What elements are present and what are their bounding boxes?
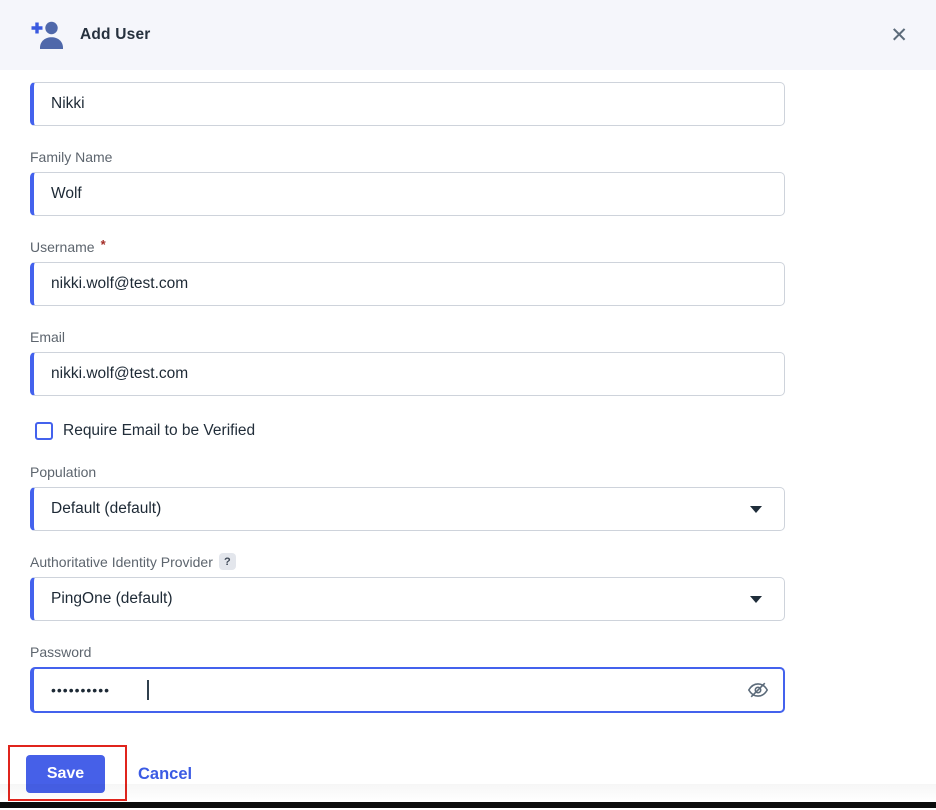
population-select[interactable]: Default (default) [30,487,785,531]
require-email-verified-row: Require Email to be Verified [30,421,906,441]
text-cursor [147,680,149,700]
required-asterisk: * [101,237,106,252]
page-title: Add User [80,26,151,44]
identity-provider-label: Authoritative Identity Provider ? [30,553,906,570]
checkbox-label: Require Email to be Verified [63,422,255,440]
save-button[interactable]: Save [26,755,105,793]
question-mark-icon[interactable]: ? [219,553,236,570]
population-label: Population [30,463,906,480]
add-user-dialog: Add User ✕ Family Name Username * Email … [0,0,936,810]
chevron-down-icon [750,506,762,513]
given-name-input[interactable] [30,82,785,126]
close-icon[interactable]: ✕ [886,21,912,50]
dialog-header: Add User ✕ [0,0,936,70]
identity-provider-select[interactable]: PingOne (default) [30,577,785,621]
add-user-form: Family Name Username * Email Require Ema… [0,82,936,793]
require-email-verified-checkbox[interactable] [35,422,53,440]
identity-provider-selected-value: PingOne (default) [51,590,173,608]
family-name-input[interactable] [30,172,785,216]
username-input[interactable] [30,262,785,306]
population-selected-value: Default (default) [51,500,161,518]
username-label: Username * [30,238,906,255]
email-label: Email [30,328,906,345]
password-field [30,667,785,713]
cancel-button[interactable]: Cancel [138,765,192,784]
family-name-label: Family Name [30,148,906,165]
window-bottom-bar [0,802,936,808]
add-user-icon [30,20,64,50]
password-input[interactable] [30,667,785,713]
password-label: Password [30,643,906,660]
email-input[interactable] [30,352,785,396]
eye-slash-icon[interactable] [745,678,771,702]
chevron-down-icon [750,596,762,603]
dialog-footer: Save Cancel [0,713,906,793]
